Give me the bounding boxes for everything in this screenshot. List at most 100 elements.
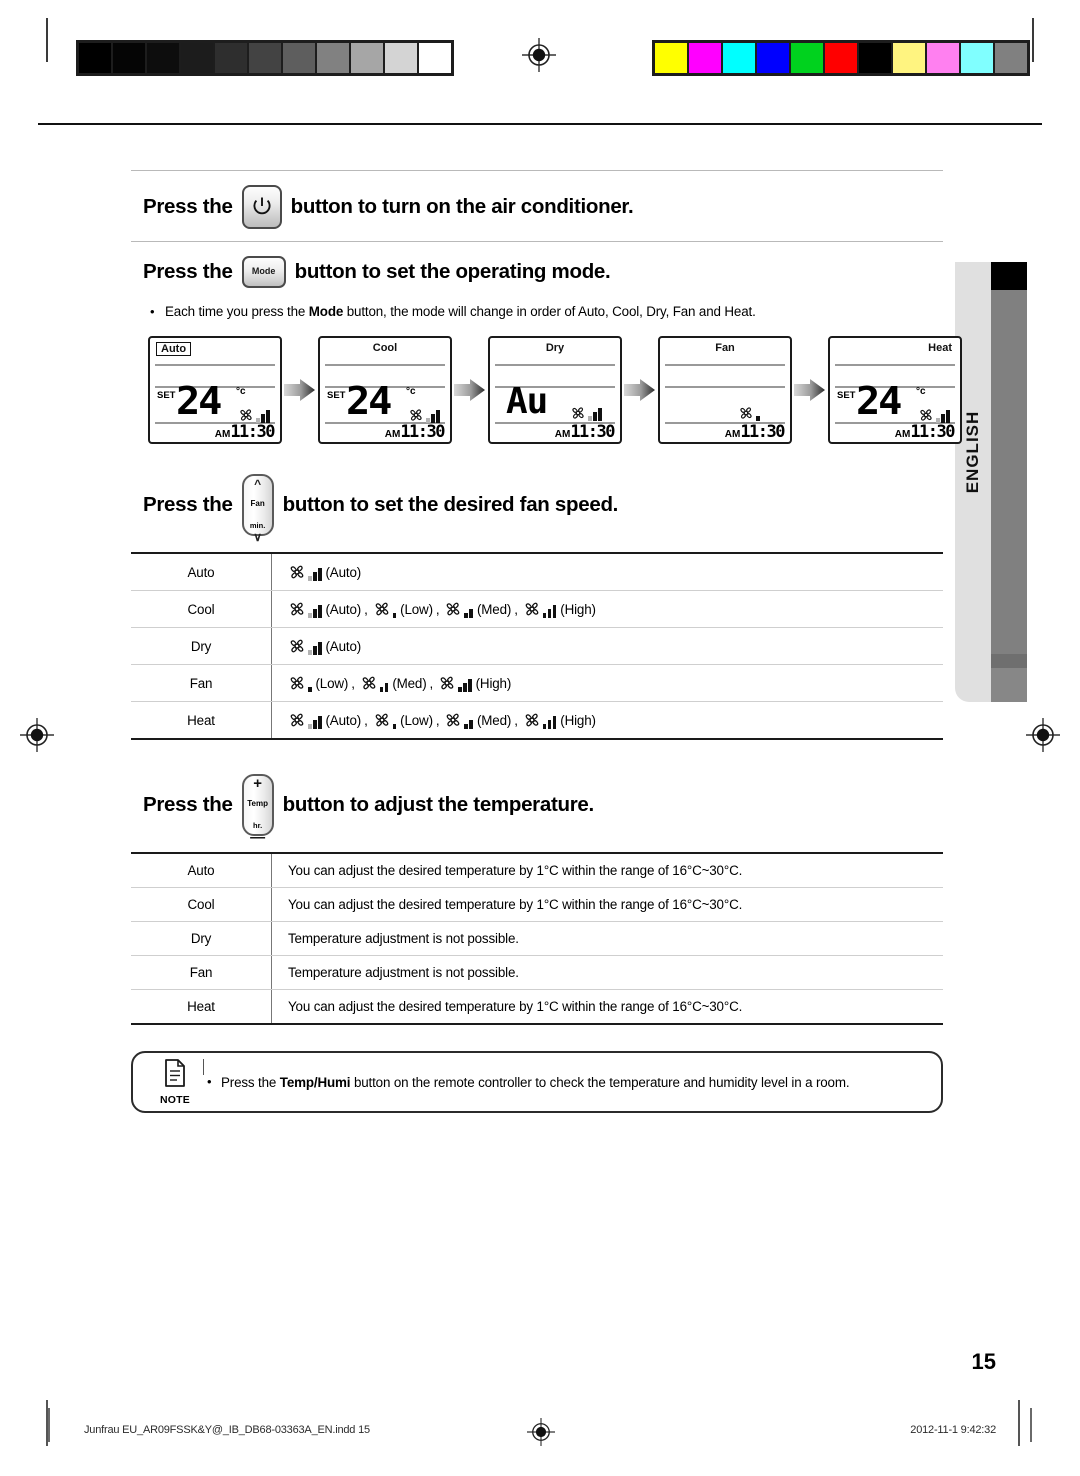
fan-level-bar (598, 408, 602, 422)
fan-speed-glyph (438, 674, 472, 693)
list-separator: , (351, 675, 355, 691)
color-swatch (757, 43, 789, 73)
lcd-clock: AM11:30 (214, 422, 276, 443)
language-tab-label: ENGLISH (963, 410, 982, 494)
fan-icon (920, 409, 932, 421)
registration-mark-left (20, 718, 54, 752)
fan-speed-glyph (408, 407, 440, 424)
fan-speed-option: (Low) (373, 600, 433, 619)
fan-level-bar (458, 687, 462, 693)
fan-speed-glyph (238, 407, 270, 424)
fan-level-bar (547, 720, 552, 730)
note-icon-wrap: NOTE (147, 1058, 203, 1106)
fan-table-mode: Auto (131, 552, 272, 592)
footer-rule-right (1030, 1408, 1032, 1442)
fan-level-bar (468, 679, 472, 693)
fan-level-bar (469, 720, 473, 730)
registration-mark-top (522, 38, 556, 72)
fan-level-bar (308, 650, 312, 656)
fan-level-bar (313, 609, 317, 619)
list-separator: , (435, 601, 440, 617)
color-swatch (995, 43, 1027, 73)
lcd-am-label: AM (894, 429, 911, 441)
lcd-temperature-unit: °c (236, 386, 246, 398)
table-row: Dry Temperature adjustment is not possibl… (131, 921, 943, 957)
fan-level-bar (542, 724, 547, 730)
lcd-set-indicator: SET (837, 390, 856, 402)
temp-button[interactable]: + Temp hr. — (241, 774, 274, 845)
chevron-up-icon: ^ (254, 477, 262, 492)
temp-table-mode: Heat (131, 989, 272, 1026)
fan-table-mode: Heat (131, 701, 272, 741)
fan-level-bars (542, 716, 557, 730)
fan-icon (410, 409, 422, 421)
temp-button-label: Temp hr. (247, 789, 268, 832)
fan-level-bar (469, 609, 473, 619)
temp-table-description: Temperature adjustment is not possible. (271, 955, 943, 991)
list-separator: , (364, 601, 368, 617)
fan-level-bar (552, 605, 557, 619)
fan-level-bars (379, 683, 389, 693)
temp-table-description: You can adjust the desired temperature b… (271, 887, 943, 923)
list-separator: , (514, 601, 518, 617)
temp-button-label-top: Temp (247, 799, 268, 809)
side-index-marker (991, 262, 1027, 290)
fan-table-values: (Auto), (Low), (Med), (High) (271, 701, 943, 741)
lcd-temperature-unit: °c (406, 386, 416, 398)
note-text: Press the Temp/Humi button on the remote… (203, 1074, 850, 1090)
mode-bullet-before: Each time you press the (165, 304, 309, 319)
fan-speed-label: (Auto) (325, 564, 362, 580)
chevron-down-icon: ∨ (253, 530, 262, 545)
fan-level-bar (313, 646, 317, 656)
temp-table-mode: Fan (131, 955, 272, 991)
registration-mark-right (1026, 718, 1060, 752)
fan-speed-label: (High) (560, 712, 596, 728)
color-swatch (723, 43, 755, 73)
table-row: Dry (Auto) (131, 627, 943, 666)
fan-speed-label: (High) (475, 675, 512, 691)
table-row: Cool You can adjust the desired temperatu… (131, 887, 943, 923)
gray-swatch (79, 43, 111, 73)
note-icon-label: NOTE (160, 1094, 190, 1107)
fan-icon (572, 407, 584, 419)
heading-mode: Press the Mode button to set the operati… (131, 242, 943, 300)
footer-rule-left (48, 1408, 50, 1442)
fan-level-bar (463, 683, 467, 693)
fan-icon (447, 602, 460, 616)
heading-power-pre: Press the (143, 195, 233, 219)
fan-speed-glyph (288, 637, 322, 656)
fan-speed-label: (Auto) (325, 638, 362, 654)
color-swatch (927, 43, 959, 73)
fan-table-mode: Dry (131, 627, 272, 666)
lcd-set-indicator: SET (157, 390, 176, 402)
fan-icon (375, 602, 388, 616)
table-row: Auto (Auto) (131, 552, 943, 592)
fan-level-bars (308, 716, 322, 730)
fan-icon (290, 676, 304, 690)
minus-icon: — (250, 829, 266, 847)
mode-button[interactable]: Mode (241, 256, 286, 288)
fan-icon (525, 602, 539, 616)
gray-swatch (249, 43, 281, 73)
list-separator: , (429, 675, 434, 691)
color-swatch (689, 43, 721, 73)
fan-level-bar (593, 412, 597, 422)
power-button[interactable] (241, 185, 282, 229)
fan-speed-glyph (288, 711, 322, 730)
document-icon (165, 1059, 185, 1088)
lcd-rule (495, 364, 615, 366)
lcd-panel-auto: Auto SET 24 °c AM11:30 (148, 336, 282, 445)
fan-button-label: Fan min. (250, 489, 265, 532)
lcd-mode-label: Fan (715, 342, 735, 355)
fan-button-label-bottom: min. (249, 520, 266, 530)
fan-level-bar (464, 724, 468, 730)
note-text-before: Press the (221, 1074, 280, 1090)
temp-table-mode: Auto (131, 852, 272, 889)
fan-level-bar (318, 605, 322, 619)
heading-fanspeed-pre: Press the (143, 493, 233, 517)
gray-swatch (283, 43, 315, 73)
fan-speed-label: (Med) (476, 712, 512, 728)
temperature-table: Auto You can adjust the desired temperatu… (131, 852, 943, 1026)
fan-button[interactable]: ^ Fan min. ∨ (241, 474, 274, 543)
fan-level-bar (308, 613, 312, 619)
